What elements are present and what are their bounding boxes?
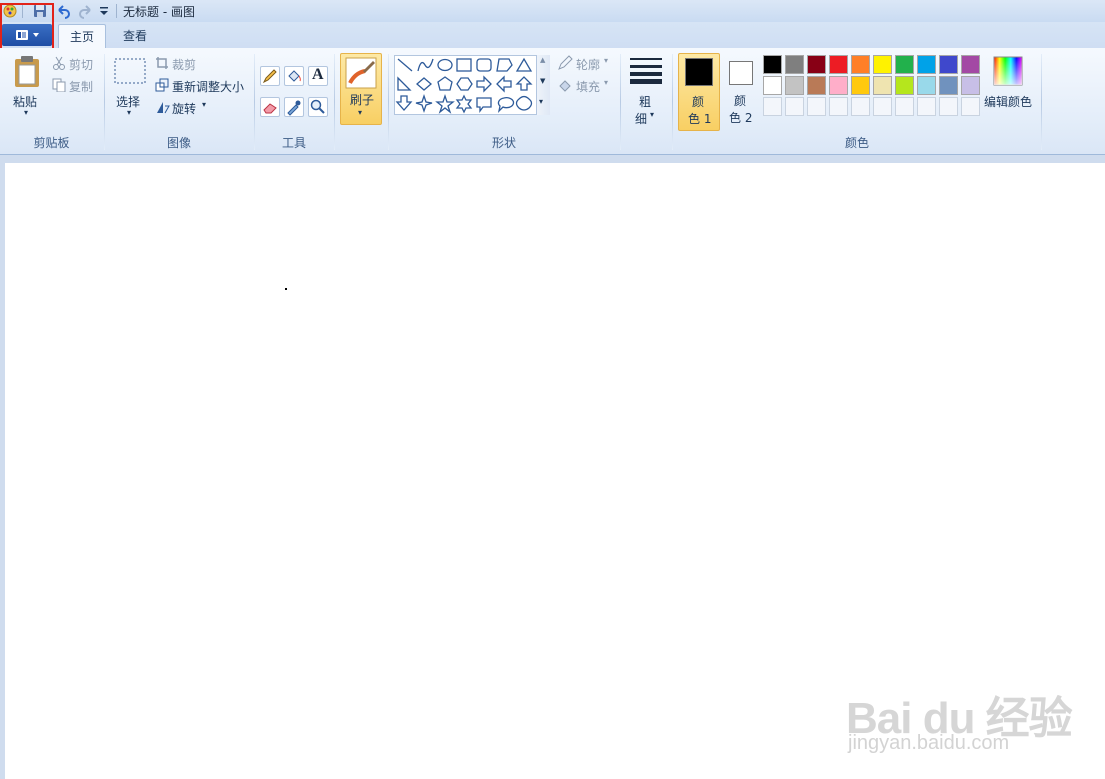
pencil-tool[interactable] <box>260 66 280 86</box>
select-icon[interactable] <box>114 58 146 84</box>
resize-icon <box>155 78 169 92</box>
title-bar: 无标题 - 画图 <box>0 0 1105 23</box>
size-dropdown-icon[interactable]: ▾ <box>650 110 654 119</box>
fill-tool[interactable] <box>284 66 304 86</box>
brushes-dropdown-icon: ▾ <box>358 108 363 117</box>
shapes-gallery-scrollbar[interactable]: ▲ ▼ ▾ <box>536 55 550 115</box>
copy-icon <box>52 78 66 92</box>
size-lines-icon <box>630 58 662 84</box>
six-point-star-shape-icon <box>455 94 473 114</box>
clipboard-group-label: 剪贴板 <box>33 136 70 150</box>
outline-dropdown-icon[interactable]: ▾ <box>604 56 608 65</box>
redo-icon[interactable] <box>78 3 94 19</box>
curve-shape-icon <box>417 58 434 72</box>
rectangle-shape-icon <box>456 58 472 72</box>
resize-button[interactable]: 重新调整大小 <box>172 78 244 95</box>
canvas-dot <box>285 288 287 290</box>
tab-view[interactable]: 查看 <box>112 24 158 48</box>
down-arrow-shape-icon <box>395 95 413 111</box>
colors-group: 颜色 <box>673 48 1041 154</box>
magnifier-icon <box>310 99 325 114</box>
scroll-up-icon[interactable]: ▲ <box>540 56 545 64</box>
right-triangle-shape-icon <box>397 76 412 91</box>
eyedropper-icon <box>287 100 301 116</box>
fill-dropdown-icon[interactable]: ▾ <box>604 78 608 87</box>
polygon-shape-icon <box>496 58 513 72</box>
baidu-watermark-url: jingyan.baidu.com <box>848 732 1010 754</box>
shapes-group-label: 形状 <box>491 136 516 150</box>
rotate-dropdown-icon[interactable]: ▾ <box>202 100 206 109</box>
five-point-star-shape-icon <box>435 93 455 114</box>
fill-bucket-icon <box>288 70 301 82</box>
clipboard-group: 粘贴 ▾ 剪切 复制 剪贴板 <box>0 48 103 154</box>
size-label-line1: 粗 <box>639 95 652 109</box>
copy-button[interactable]: 复制 <box>69 78 93 95</box>
cloud-callout-shape-icon <box>515 95 533 111</box>
diamond-shape-icon <box>416 77 432 91</box>
paste-icon[interactable] <box>12 54 42 88</box>
fill-button[interactable]: 填充 <box>576 78 600 95</box>
rounded-rectangle-shape-icon <box>476 58 492 72</box>
outline-button[interactable]: 轮廓 <box>576 56 600 73</box>
rect-callout-shape-icon <box>476 97 492 113</box>
brush-icon <box>345 57 377 89</box>
brushes-label: 刷子 <box>350 93 375 107</box>
tools-group: A 工具 <box>255 48 333 154</box>
text-icon: A <box>312 66 324 83</box>
size-group[interactable]: 粗 细 ▾ <box>621 48 671 154</box>
crop-icon <box>156 57 168 69</box>
magnifier-tool[interactable] <box>308 97 328 117</box>
colors-group-label: 颜色 <box>844 136 869 150</box>
ribbon: 粘贴 ▾ 剪切 复制 剪贴板 选择 ▾ 裁剪 重新调整大小 旋转 ▾ 图像 A … <box>0 48 1105 155</box>
brushes-group: 刷子 ▾ <box>335 48 387 154</box>
fill-shape-icon <box>559 80 571 92</box>
pencil-icon <box>262 69 277 84</box>
oval-callout-shape-icon <box>497 97 515 113</box>
triangle-shape-icon <box>515 57 533 72</box>
pentagon-shape-icon <box>437 76 453 91</box>
hexagon-shape-icon <box>456 77 473 91</box>
oval-shape-icon <box>437 58 453 72</box>
size-label-line2: 细 <box>635 112 648 126</box>
cut-button[interactable]: 剪切 <box>69 56 93 73</box>
eraser-tool[interactable] <box>260 97 280 117</box>
file-menu-highlight-box <box>0 3 54 53</box>
line-shape-icon <box>397 58 413 72</box>
right-arrow-shape-icon <box>476 75 492 93</box>
paste-dropdown-icon[interactable]: ▾ <box>24 108 28 117</box>
rotate-icon <box>157 102 170 114</box>
tab-home[interactable]: 主页 <box>58 24 106 49</box>
outline-icon <box>558 55 573 70</box>
customize-toolbar-icon[interactable] <box>98 3 110 19</box>
image-group: 选择 ▾ 裁剪 重新调整大小 旋转 ▾ 图像 <box>105 48 253 154</box>
tools-group-label: 工具 <box>281 136 306 150</box>
eraser-icon <box>263 103 277 114</box>
undo-icon[interactable] <box>55 3 71 19</box>
window-title: 无标题 - 画图 <box>123 5 195 19</box>
gallery-expand-icon[interactable]: ▾ <box>539 97 543 106</box>
four-point-star-shape-icon <box>415 93 433 114</box>
color-picker-tool[interactable] <box>284 97 304 117</box>
image-group-label: 图像 <box>166 136 191 150</box>
scroll-down-icon[interactable]: ▼ <box>540 77 545 85</box>
brushes-button[interactable]: 刷子 ▾ <box>340 53 382 125</box>
rotate-button[interactable]: 旋转 <box>172 100 196 117</box>
shapes-gallery-icons <box>395 57 533 114</box>
shapes-gallery <box>394 55 550 115</box>
crop-button[interactable]: 裁剪 <box>172 56 196 73</box>
up-arrow-shape-icon <box>515 76 533 91</box>
left-arrow-shape-icon <box>496 75 512 93</box>
text-tool[interactable]: A <box>308 66 328 86</box>
scissors-icon <box>53 56 65 70</box>
select-dropdown-icon[interactable]: ▾ <box>127 108 131 117</box>
ribbon-tab-row: 主页 查看 <box>0 22 1105 49</box>
